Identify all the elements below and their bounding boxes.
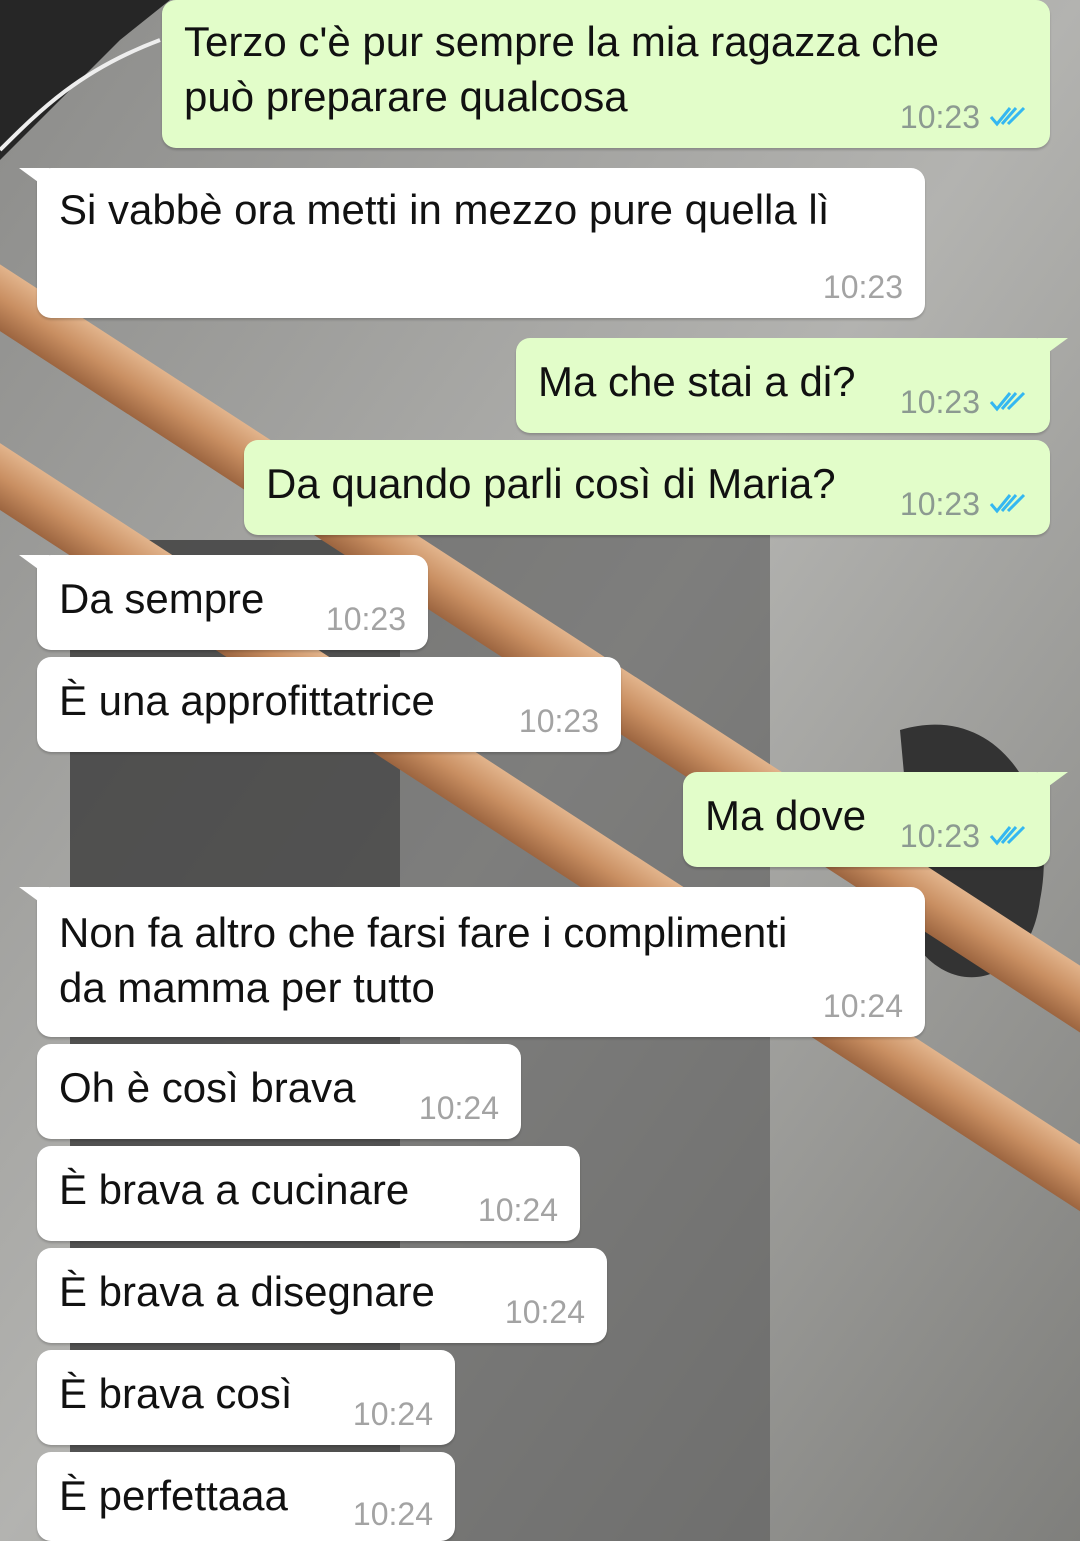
message-bubble-incoming[interactable]: Oh è così brava 10:24: [37, 1044, 521, 1139]
message-text: Da sempre: [59, 575, 265, 622]
message-time: 10:24: [352, 1396, 433, 1432]
message-time: 10:23: [899, 384, 980, 420]
message-meta: 10:24: [353, 1496, 433, 1533]
message-meta: 10:23: [900, 384, 1028, 421]
message-text: Ma dove: [705, 792, 867, 839]
message-bubble-incoming[interactable]: Non fa altro che farsi fare i compliment…: [19, 887, 925, 1037]
message-time: 10:23: [822, 269, 903, 305]
message-time: 10:23: [325, 601, 406, 637]
message-text: È brava così: [59, 1370, 293, 1417]
message-meta: 10:23: [900, 818, 1028, 855]
message-time: 10:24: [352, 1496, 433, 1532]
double-check-icon: [988, 99, 1028, 136]
message-time: 10:23: [899, 818, 980, 854]
double-check-icon: [988, 384, 1028, 421]
double-check-icon: [988, 486, 1028, 523]
message-text: È brava a cucinare: [59, 1166, 410, 1213]
message-meta: 10:23: [326, 601, 406, 638]
message-time: 10:23: [518, 703, 599, 739]
message-bubble-outgoing[interactable]: Ma che stai a di? 10:23: [516, 338, 1068, 433]
message-bubble-outgoing[interactable]: Terzo c'è pur sempre la mia ragazza che …: [162, 0, 1050, 148]
message-meta: 10:24: [505, 1294, 585, 1331]
message-bubble-incoming[interactable]: È una approfittatrice 10:23: [37, 657, 621, 752]
message-bubble-outgoing[interactable]: Da quando parli così di Maria? 10:23: [244, 440, 1050, 535]
message-text: Ma che stai a di?: [538, 358, 856, 405]
message-time: 10:24: [822, 988, 903, 1024]
message-bubble-incoming[interactable]: È perfettaaa 10:24: [37, 1452, 455, 1541]
message-time: 10:23: [899, 486, 980, 522]
message-meta: 10:23: [900, 486, 1028, 523]
message-meta: 10:24: [823, 988, 903, 1025]
message-text: È brava a disegnare: [59, 1268, 435, 1315]
message-bubble-incoming[interactable]: Da sempre 10:23: [19, 555, 428, 650]
message-bubble-outgoing[interactable]: Ma dove 10:23: [683, 772, 1068, 867]
message-time: 10:23: [899, 99, 980, 135]
message-bubble-incoming[interactable]: È brava a disegnare 10:24: [37, 1248, 607, 1343]
message-meta: 10:23: [823, 269, 903, 306]
message-bubble-incoming[interactable]: Si vabbè ora metti in mezzo pure quella …: [19, 168, 925, 318]
message-meta: 10:23: [900, 99, 1028, 136]
message-text: È perfettaaa: [59, 1472, 288, 1519]
message-text: Si vabbè ora metti in mezzo pure quella …: [59, 186, 830, 233]
message-meta: 10:24: [353, 1396, 433, 1433]
message-text: È una approfittatrice: [59, 677, 435, 724]
message-time: 10:24: [477, 1192, 558, 1228]
message-text: Da quando parli così di Maria?: [266, 460, 836, 507]
message-text: Non fa altro che farsi fare i compliment…: [59, 909, 788, 1011]
message-meta: 10:24: [478, 1192, 558, 1229]
message-time: 10:24: [418, 1090, 499, 1126]
message-bubble-incoming[interactable]: È brava a cucinare 10:24: [37, 1146, 580, 1241]
message-text: Terzo c'è pur sempre la mia ragazza che …: [184, 18, 940, 120]
message-meta: 10:24: [419, 1090, 499, 1127]
message-text: Oh è così brava: [59, 1064, 356, 1111]
message-meta: 10:23: [519, 703, 599, 740]
message-bubble-incoming[interactable]: È brava così 10:24: [37, 1350, 455, 1445]
double-check-icon: [988, 818, 1028, 855]
message-time: 10:24: [504, 1294, 585, 1330]
